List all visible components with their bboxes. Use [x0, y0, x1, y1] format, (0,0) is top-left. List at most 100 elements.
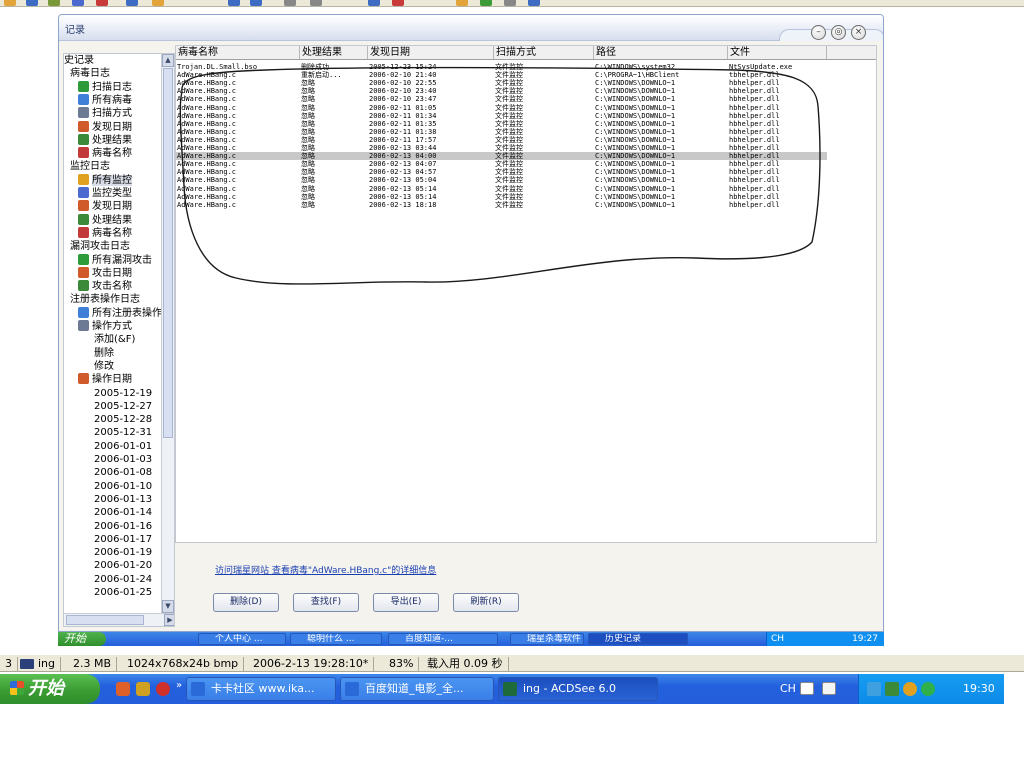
toolbar-icon[interactable] — [456, 0, 468, 6]
tree-item[interactable]: 添加(&F) — [94, 333, 135, 346]
toolbar-icon[interactable] — [4, 0, 16, 6]
toolbar-icon[interactable] — [96, 0, 108, 6]
tree-item[interactable]: 扫描方式 — [78, 107, 132, 120]
keyboard-icon[interactable] — [800, 682, 814, 695]
toolbar-icon[interactable] — [368, 0, 380, 6]
tree-item[interactable]: 史记录 — [64, 54, 94, 67]
tree-item[interactable]: 2006-01-08 — [94, 466, 152, 479]
tree-item[interactable]: 2006-01-19 — [94, 546, 152, 559]
taskbar-item[interactable]: 卡卡社区 www.ika... — [186, 677, 336, 701]
tree-item[interactable]: 2006-01-25 — [94, 586, 152, 599]
tree-item[interactable]: 攻击名称 — [78, 280, 132, 293]
column-header[interactable]: 病毒名称 — [176, 46, 300, 59]
tree-item[interactable]: 所有监控 — [78, 173, 132, 187]
virus-details-link[interactable]: 访问瑞星网站 查看病毒"AdWare.HBang.c"的详细信息 — [215, 563, 436, 576]
tree-item[interactable]: 2005-12-27 — [94, 400, 152, 413]
scroll-thumb[interactable] — [163, 68, 173, 438]
help-icon[interactable] — [822, 682, 836, 695]
tree-vertical-scrollbar[interactable]: ▲ ▼ — [161, 54, 174, 614]
taskbar-item[interactable]: 百度知道_电影_全... — [340, 677, 494, 701]
toolbar-icon[interactable] — [72, 0, 84, 6]
network-icon[interactable] — [867, 682, 881, 696]
tray-app-icon[interactable] — [903, 682, 917, 696]
table-row[interactable]: AdWare.HBang.c 忽略 2006-02-11 01:34 文件监控 C:\W… — [176, 112, 827, 120]
tree-item[interactable]: 操作日期 — [78, 373, 132, 386]
export-button[interactable]: 导出(E) — [373, 593, 439, 612]
tree-item[interactable]: 病毒名称 — [78, 147, 132, 160]
language-indicator[interactable]: CH — [780, 682, 796, 695]
tree-item[interactable]: 删除 — [94, 347, 114, 360]
table-row[interactable]: AdWare.HBang.c 忽略 2006-02-13 18:18 文件监控 C:\W… — [176, 201, 827, 209]
table-row[interactable]: AdWare.HBang.c 忽略 2006-02-13 05:04 文件监控 C:\W… — [176, 176, 827, 184]
scroll-up-icon[interactable]: ▲ — [162, 54, 174, 67]
toolbar-icon[interactable] — [310, 0, 322, 6]
tree-item[interactable]: 发现日期 — [78, 120, 132, 134]
column-header[interactable]: 路径 — [594, 46, 728, 59]
table-row[interactable]: AdWare.HBang.c 重新启动... 2006-02-10 21:40 文件监… — [176, 71, 827, 79]
h-scroll-thumb[interactable] — [66, 615, 144, 625]
tree-item[interactable]: 修改 — [94, 360, 114, 373]
tree-item[interactable]: 操作方式 — [78, 320, 132, 333]
table-row[interactable]: Trojan.DL.Small.bso 删除成功 2005-12-23 15:24 文… — [176, 63, 827, 71]
tree-item[interactable]: 2006-01-17 — [94, 533, 152, 546]
tree-item[interactable]: 2005-12-28 — [94, 413, 152, 426]
table-row[interactable]: AdWare.HBang.c 忽略 2006-02-10 22:55 文件监控 C:\W… — [176, 79, 827, 87]
toolbar-icon[interactable] — [392, 0, 404, 6]
table-row[interactable]: AdWare.HBang.c 忽略 2006-02-11 01:38 文件监控 C:\W… — [176, 128, 827, 136]
start-button[interactable]: 开始 — [0, 674, 100, 704]
table-row[interactable]: AdWare.HBang.c 忽略 2006-02-13 05:14 文件监控 C:\W… — [176, 185, 827, 193]
quicklaunch-overflow-icon[interactable]: » — [176, 680, 182, 691]
tree-item[interactable]: 处理结果 — [78, 213, 132, 227]
column-header[interactable]: 发现日期 — [368, 46, 494, 59]
tree-item[interactable]: 注册表操作日志 — [70, 293, 140, 306]
table-row[interactable]: AdWare.HBang.c 忽略 2006-02-11 01:05 文件监控 C:\W… — [176, 104, 827, 112]
toolbar-icon[interactable] — [126, 0, 138, 6]
table-row[interactable]: AdWare.HBang.c 忽略 2006-02-13 03:44 文件监控 C:\W… — [176, 144, 827, 152]
tree-item[interactable]: 所有漏洞攻击 — [78, 253, 152, 267]
toolbar-icon[interactable] — [480, 0, 492, 6]
tree-item[interactable]: 2006-01-03 — [94, 453, 152, 466]
tray-app-icon[interactable] — [885, 682, 899, 696]
column-header[interactable]: 文件 — [728, 46, 827, 59]
tree-horizontal-scrollbar[interactable]: ▶ — [64, 613, 174, 626]
tree-item[interactable]: 2006-01-10 — [94, 480, 152, 493]
delete-button[interactable]: 删除(D) — [213, 593, 279, 612]
quicklaunch-icon[interactable] — [116, 682, 130, 696]
tree-item[interactable]: 2005-12-19 — [94, 387, 152, 400]
table-row[interactable]: AdWare.HBang.c 忽略 2006-02-10 23:47 文件监控 C:\W… — [176, 95, 827, 103]
tree-item[interactable]: 所有病毒 — [78, 93, 132, 107]
tree-item[interactable]: 病毒日志 — [70, 67, 110, 80]
quicklaunch-icon[interactable] — [156, 682, 170, 696]
table-row[interactable]: AdWare.HBang.c 忽略 2006-02-11 17:57 文件监控 C:\W… — [176, 136, 827, 144]
taskbar-item[interactable]: ing - ACDSee 6.0 — [498, 677, 658, 701]
tree-item[interactable]: 病毒名称 — [78, 226, 132, 240]
tree-item[interactable]: 2006-01-16 — [94, 520, 152, 533]
table-row[interactable]: AdWare.HBang.c 忽略 2006-02-13 05:14 文件监控 C:\W… — [176, 193, 827, 201]
tree-item[interactable]: 攻击日期 — [78, 266, 132, 280]
tree-item[interactable]: 扫描日志 — [78, 80, 132, 94]
table-row[interactable]: AdWare.HBang.c 忽略 2006-02-13 04:57 文件监控 C:\W… — [176, 168, 827, 176]
table-row[interactable]: AdWare.HBang.c 忽略 2006-02-11 01:35 文件监控 C:\W… — [176, 120, 827, 128]
tree-item[interactable]: 2005-12-31 — [94, 426, 152, 439]
scroll-down-icon[interactable]: ▼ — [162, 600, 174, 613]
toolbar-icon[interactable] — [228, 0, 240, 6]
tree-item[interactable]: 2006-01-24 — [94, 573, 152, 586]
scroll-right-icon[interactable]: ▶ — [164, 614, 174, 626]
toolbar-icon[interactable] — [26, 0, 38, 6]
toolbar-icon[interactable] — [250, 0, 262, 6]
table-row[interactable]: AdWare.HBang.c 忽略 2006-02-13 04:00 文件监控 C:\W… — [176, 152, 827, 161]
column-header[interactable]: 处理结果 — [300, 46, 368, 59]
toolbar-icon[interactable] — [504, 0, 516, 6]
tray-app-icon[interactable] — [921, 682, 935, 696]
close-icon[interactable]: × — [851, 25, 866, 40]
quicklaunch-icon[interactable] — [136, 682, 150, 696]
tree-item[interactable]: 2006-01-13 — [94, 493, 152, 506]
tree-item[interactable]: 2006-01-20 — [94, 559, 152, 572]
toolbar-icon[interactable] — [528, 0, 540, 6]
restore-icon[interactable]: ◎ — [831, 25, 846, 40]
table-row[interactable]: AdWare.HBang.c 忽略 2006-02-13 04:07 文件监控 C:\W… — [176, 160, 827, 168]
tree-item[interactable]: 所有注册表操作 — [78, 306, 162, 320]
tree-item[interactable]: 2006-01-14 — [94, 506, 152, 519]
tree-item[interactable]: 2006-01-01 — [94, 440, 152, 453]
toolbar-icon[interactable] — [284, 0, 296, 6]
